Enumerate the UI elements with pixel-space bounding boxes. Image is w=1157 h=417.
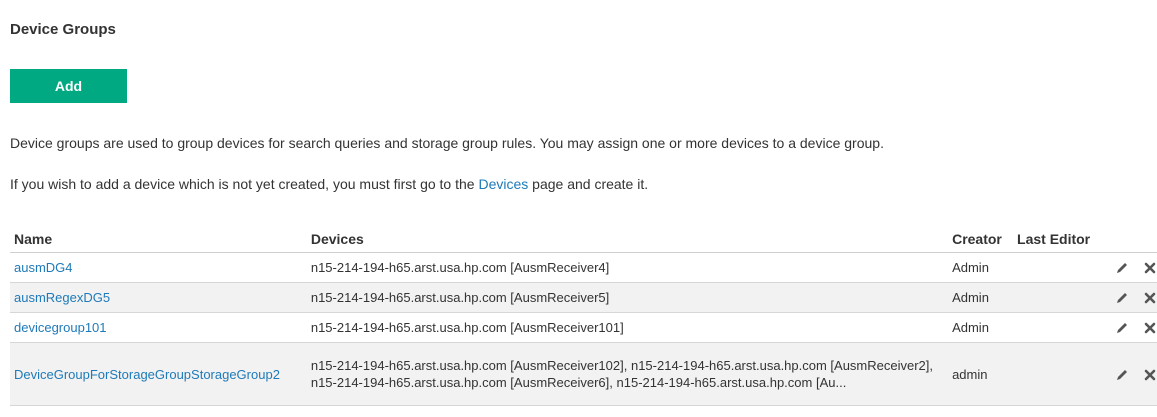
page-title: Device Groups bbox=[10, 21, 116, 38]
hint-text-before: If you wish to add a device which is not… bbox=[10, 176, 479, 192]
devices-cell: n15-214-194-h65.arst.usa.hp.com [AusmRec… bbox=[306, 342, 949, 406]
last-editor-cell bbox=[1013, 252, 1097, 283]
last-editor-cell bbox=[1013, 312, 1097, 343]
column-header-creator[interactable]: Creator bbox=[948, 226, 1014, 253]
pencil-icon[interactable] bbox=[1115, 291, 1129, 305]
creator-cell: Admin bbox=[948, 282, 1014, 313]
close-icon[interactable] bbox=[1143, 261, 1157, 275]
table-row: DeviceGroupForStorageGroupStorageGroup2 … bbox=[10, 342, 1157, 406]
row-actions bbox=[1096, 342, 1157, 406]
last-editor-cell bbox=[1013, 342, 1097, 406]
column-header-devices[interactable]: Devices bbox=[306, 226, 949, 253]
table-row: ausmDG4 n15-214-194-h65.arst.usa.hp.com … bbox=[10, 252, 1157, 283]
creator-cell: Admin bbox=[948, 312, 1014, 343]
description-text: Device groups are used to group devices … bbox=[10, 135, 884, 151]
table-header-row: Name Devices Creator Last Editor bbox=[10, 226, 1157, 253]
row-actions bbox=[1096, 282, 1157, 313]
devices-cell: n15-214-194-h65.arst.usa.hp.com [AusmRec… bbox=[306, 252, 949, 283]
row-actions bbox=[1096, 312, 1157, 343]
last-editor-cell bbox=[1013, 282, 1097, 313]
creator-cell: admin bbox=[948, 342, 1014, 406]
devices-hint-text: If you wish to add a device which is not… bbox=[10, 176, 648, 192]
table-row: ausmRegexDG5 n15-214-194-h65.arst.usa.hp… bbox=[10, 282, 1157, 313]
close-icon[interactable] bbox=[1143, 368, 1157, 382]
table-row: devicegroup101 n15-214-194-h65.arst.usa.… bbox=[10, 312, 1157, 343]
group-name-link[interactable]: ausmRegexDG5 bbox=[14, 290, 110, 305]
devices-cell: n15-214-194-h65.arst.usa.hp.com [AusmRec… bbox=[306, 312, 949, 343]
devices-link[interactable]: Devices bbox=[478, 176, 528, 192]
group-name-link[interactable]: devicegroup101 bbox=[14, 320, 107, 335]
group-name-link[interactable]: DeviceGroupForStorageGroupStorageGroup2 bbox=[14, 367, 280, 382]
close-icon[interactable] bbox=[1143, 291, 1157, 305]
device-groups-table: Name Devices Creator Last Editor ausmDG4… bbox=[10, 226, 1157, 406]
column-header-actions bbox=[1096, 226, 1157, 253]
pencil-icon[interactable] bbox=[1115, 261, 1129, 275]
column-header-last-editor[interactable]: Last Editor bbox=[1013, 226, 1097, 253]
column-header-name[interactable]: Name bbox=[10, 226, 307, 253]
close-icon[interactable] bbox=[1143, 321, 1157, 335]
pencil-icon[interactable] bbox=[1115, 321, 1129, 335]
creator-cell: Admin bbox=[948, 252, 1014, 283]
hint-text-after: page and create it. bbox=[528, 176, 649, 192]
add-button[interactable]: Add bbox=[10, 69, 127, 103]
group-name-link[interactable]: ausmDG4 bbox=[14, 260, 73, 275]
pencil-icon[interactable] bbox=[1115, 368, 1129, 382]
row-actions bbox=[1096, 252, 1157, 283]
devices-cell: n15-214-194-h65.arst.usa.hp.com [AusmRec… bbox=[306, 282, 949, 313]
